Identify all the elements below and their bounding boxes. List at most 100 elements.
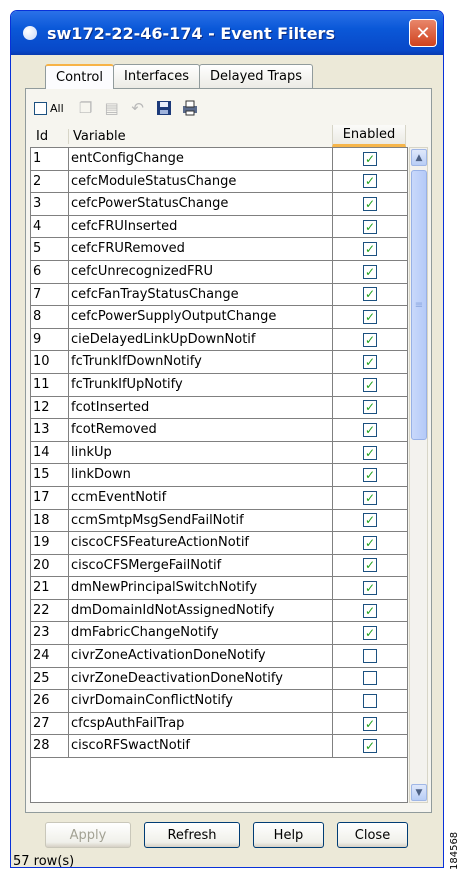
tab-delayed-traps[interactable]: Delayed Traps bbox=[198, 64, 314, 88]
select-all-checkbox[interactable] bbox=[34, 101, 47, 115]
table-row[interactable]: 6 cefcUnrecognizedFRU bbox=[31, 260, 407, 284]
row-variable: ciscoCFSFeatureActionNotif bbox=[69, 532, 333, 554]
enabled-checkbox[interactable] bbox=[363, 219, 377, 234]
save-icon[interactable] bbox=[154, 98, 174, 118]
enabled-checkbox[interactable] bbox=[363, 603, 377, 618]
enabled-checkbox[interactable] bbox=[363, 626, 377, 641]
table-row[interactable]: 28 ciscoRFSwactNotif bbox=[31, 735, 407, 759]
enabled-checkbox[interactable] bbox=[363, 490, 377, 505]
tab-control[interactable]: Control bbox=[45, 64, 114, 89]
table-row[interactable]: 4 cefcFRUInserted bbox=[31, 215, 407, 239]
enabled-checkbox[interactable] bbox=[363, 535, 377, 550]
copy-icon[interactable]: ❐ bbox=[76, 98, 96, 118]
table-row[interactable]: 24 civrZoneActivationDoneNotify bbox=[31, 645, 407, 668]
help-button[interactable]: Help bbox=[253, 822, 324, 848]
row-enabled-cell bbox=[333, 442, 407, 464]
row-enabled-cell bbox=[333, 668, 407, 690]
table-row[interactable]: 23 dmFabricChangeNotify bbox=[31, 622, 407, 646]
title-bar[interactable]: sw172-22-46-174 - Event Filters ✕ bbox=[11, 11, 443, 55]
scroll-up-button[interactable]: ▲ bbox=[411, 149, 427, 166]
apply-button[interactable]: Apply bbox=[45, 822, 131, 848]
enabled-checkbox[interactable] bbox=[363, 739, 377, 754]
row-id: 5 bbox=[31, 238, 69, 260]
enabled-checkbox[interactable] bbox=[363, 558, 377, 573]
row-variable: cefcFRURemoved bbox=[69, 238, 333, 260]
row-variable: fcTrunkIfUpNotify bbox=[69, 373, 333, 396]
enabled-checkbox[interactable] bbox=[363, 196, 377, 211]
row-enabled-cell bbox=[333, 306, 407, 328]
table-row[interactable]: 8 cefcPowerSupplyOutputChange bbox=[31, 306, 407, 329]
table-row[interactable]: 9 cieDelayedLinkUpDownNotif bbox=[31, 328, 407, 352]
table-row[interactable]: 25 civrZoneDeactivationDoneNotify bbox=[31, 667, 407, 691]
tab-interfaces[interactable]: Interfaces bbox=[113, 64, 200, 88]
table-row[interactable]: 17 ccmEventNotif bbox=[31, 486, 407, 510]
table-row[interactable]: 20 ciscoCFSMergeFailNotif bbox=[31, 554, 407, 578]
row-id: 8 bbox=[31, 306, 69, 328]
column-header-variable[interactable]: Variable bbox=[68, 128, 332, 144]
table-row[interactable]: 21 dmNewPrincipalSwitchNotify bbox=[31, 577, 407, 600]
table-row[interactable]: 10 fcTrunkIfDownNotify bbox=[31, 351, 407, 374]
scroll-down-button[interactable]: ▼ bbox=[411, 784, 427, 801]
row-id: 3 bbox=[31, 193, 69, 215]
enabled-checkbox[interactable] bbox=[363, 581, 377, 596]
close-button[interactable]: Close bbox=[337, 822, 408, 848]
tab-label: Control bbox=[56, 70, 103, 85]
row-variable: dmFabricChangeNotify bbox=[69, 622, 333, 645]
table-row[interactable]: 22 dmDomainIdNotAssignedNotify bbox=[31, 599, 407, 623]
enabled-checkbox[interactable] bbox=[363, 513, 377, 528]
table-row[interactable]: 5 cefcFRURemoved bbox=[31, 238, 407, 261]
table-row[interactable]: 14 linkUp bbox=[31, 441, 407, 465]
column-header-enabled[interactable]: Enabled bbox=[332, 125, 406, 147]
enabled-checkbox[interactable] bbox=[363, 287, 377, 302]
row-id: 18 bbox=[31, 509, 69, 532]
row-variable: dmNewPrincipalSwitchNotify bbox=[69, 577, 333, 599]
enabled-checkbox[interactable] bbox=[363, 422, 377, 437]
table-row[interactable]: 1 entConfigChange bbox=[31, 148, 407, 171]
table-row[interactable]: 18 ccmSmtpMsgSendFailNotif bbox=[31, 509, 407, 533]
row-enabled-cell bbox=[333, 419, 407, 441]
enabled-checkbox[interactable] bbox=[363, 377, 377, 392]
enabled-checkbox[interactable] bbox=[363, 264, 377, 279]
table-row[interactable]: 7 cefcFanTrayStatusChange bbox=[31, 283, 407, 307]
enabled-checkbox[interactable] bbox=[363, 716, 377, 731]
table-row[interactable]: 2 cefcModuleStatusChange bbox=[31, 170, 407, 194]
enabled-checkbox[interactable] bbox=[363, 400, 377, 415]
row-variable: fcotInserted bbox=[69, 396, 333, 419]
enabled-checkbox[interactable] bbox=[363, 445, 377, 460]
row-variable: civrDomainConflictNotify bbox=[69, 690, 333, 712]
vertical-scrollbar[interactable]: ▲ ≡ ▼ bbox=[409, 147, 428, 803]
paste-icon[interactable]: ▤ bbox=[102, 98, 122, 118]
row-variable: cieDelayedLinkUpDownNotif bbox=[69, 328, 333, 351]
table-row[interactable]: 19 ciscoCFSFeatureActionNotif bbox=[31, 532, 407, 555]
table-row[interactable]: 15 linkDown bbox=[31, 464, 407, 487]
row-count-status: 57 row(s) bbox=[13, 854, 75, 868]
enabled-checkbox[interactable] bbox=[363, 151, 377, 166]
enabled-checkbox[interactable] bbox=[363, 694, 377, 709]
undo-icon[interactable]: ↶ bbox=[128, 98, 148, 118]
enabled-checkbox[interactable] bbox=[363, 332, 377, 347]
enabled-checkbox[interactable] bbox=[363, 648, 377, 663]
row-enabled-cell bbox=[333, 555, 407, 577]
print-icon[interactable] bbox=[180, 98, 200, 118]
table-row[interactable]: 27 cfcspAuthFailTrap bbox=[31, 712, 407, 736]
scroll-thumb[interactable]: ≡ bbox=[411, 170, 427, 440]
table-row[interactable]: 3 cefcPowerStatusChange bbox=[31, 193, 407, 216]
app-icon bbox=[23, 26, 37, 40]
table-row[interactable]: 12 fcotInserted bbox=[31, 396, 407, 420]
enabled-checkbox[interactable] bbox=[363, 671, 377, 686]
enabled-checkbox[interactable] bbox=[363, 468, 377, 483]
row-enabled-cell bbox=[333, 464, 407, 486]
refresh-button[interactable]: Refresh bbox=[144, 822, 240, 848]
table-row[interactable]: 13 fcotRemoved bbox=[31, 419, 407, 442]
enabled-checkbox[interactable] bbox=[363, 242, 377, 257]
table-row[interactable]: 26 civrDomainConflictNotify bbox=[31, 690, 407, 713]
close-window-button[interactable]: ✕ bbox=[409, 19, 437, 47]
enabled-checkbox[interactable] bbox=[363, 355, 377, 370]
column-header-id[interactable]: Id bbox=[30, 129, 68, 144]
row-variable: entConfigChange bbox=[69, 148, 333, 170]
table-row[interactable]: 11 fcTrunkIfUpNotify bbox=[31, 373, 407, 397]
row-variable: dmDomainIdNotAssignedNotify bbox=[69, 599, 333, 622]
tab-strip: Control Interfaces Delayed Traps bbox=[45, 64, 314, 89]
enabled-checkbox[interactable] bbox=[363, 309, 377, 324]
enabled-checkbox[interactable] bbox=[363, 174, 377, 189]
